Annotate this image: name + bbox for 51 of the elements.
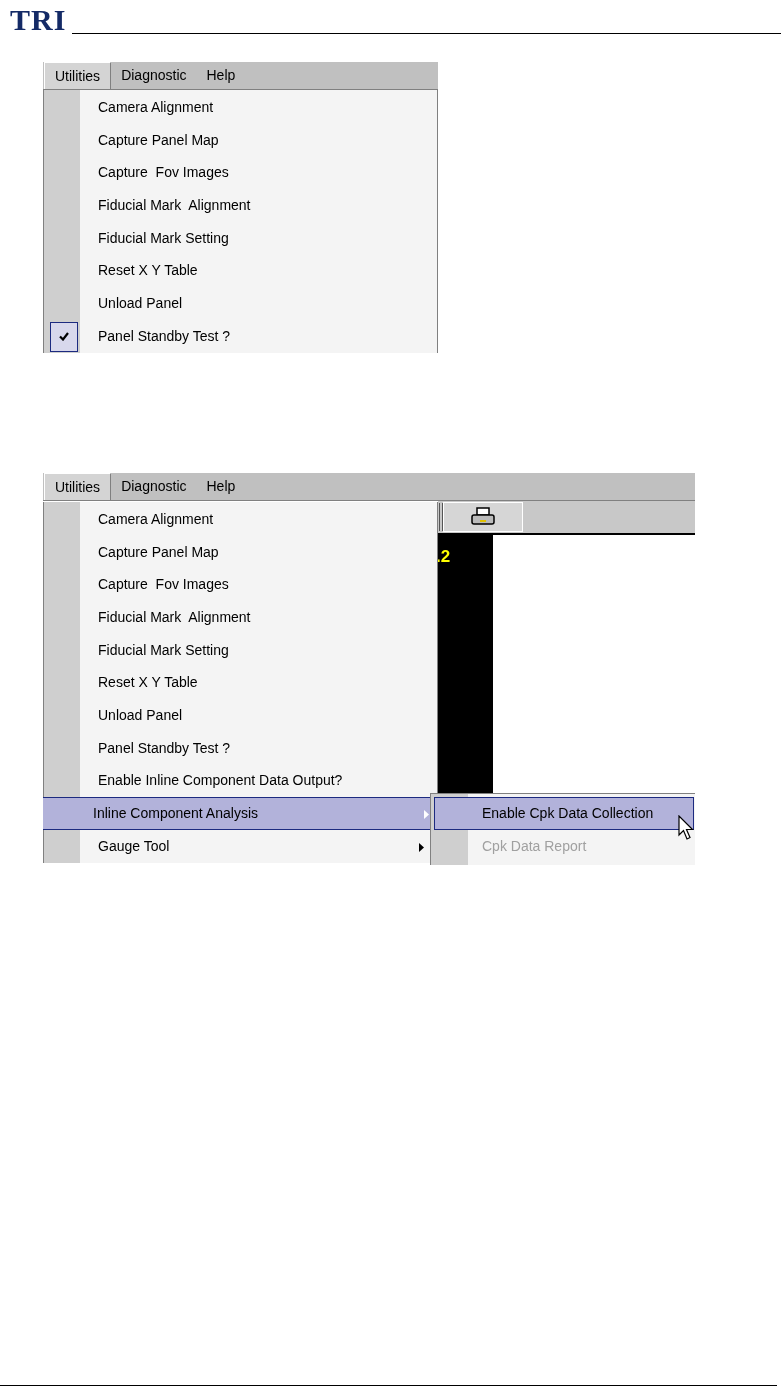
menu-item[interactable]: Enable Inline Component Data Output? (44, 764, 437, 798)
menu-item-label: Reset X Y Table (98, 261, 198, 281)
menu-bar-item[interactable]: Utilities (44, 473, 112, 500)
menu-item[interactable]: Capture Panel Map (44, 123, 437, 157)
menu-item[interactable]: Fiducial Mark Setting (44, 633, 437, 667)
menu-item-label: Camera Alignment (98, 509, 214, 529)
menu-item-label: Enable Inline Component Data Output? (98, 771, 343, 791)
menu-item[interactable]: Camera Alignment (44, 503, 437, 536)
menu-item[interactable]: Fiducial Mark Setting (44, 221, 437, 255)
menu-item-label: Fiducial Mark Setting (98, 640, 229, 660)
menu-item[interactable]: Fiducial Mark Alignment (44, 601, 437, 634)
menu-item-label: Camera Alignment (98, 97, 214, 117)
menu-item[interactable]: Capture Panel Map (44, 535, 437, 569)
menu-item[interactable]: Gauge Tool (44, 829, 437, 863)
menu-item[interactable]: Unload Panel (44, 287, 437, 320)
printer-icon (471, 507, 495, 527)
menu-item-label: Fiducial Mark Alignment (98, 607, 251, 627)
menu-item-label: Capture Panel Map (98, 542, 219, 562)
menu-item[interactable]: Reset X Y Table (44, 666, 437, 700)
menu-bar-item[interactable]: Utilities (44, 62, 112, 89)
submenu-item-label: Enable Cpk Data Collection (482, 804, 654, 823)
menu-item[interactable]: Panel Standby Test ? (44, 731, 437, 765)
menu-item-label: Panel Standby Test ? (98, 738, 231, 758)
menu-item[interactable]: Unload Panel (44, 699, 437, 732)
menu-bar-item[interactable]: Help (196, 473, 246, 500)
menu-item-label: Capture Fov Images (98, 575, 229, 595)
menu-bar-item[interactable]: Diagnostic (111, 62, 197, 89)
menu-item-label: Unload Panel (98, 705, 183, 725)
check-icon (59, 332, 69, 342)
menu-item-label: Gauge Tool (98, 836, 170, 856)
menu-item-label: Panel Standby Test ? (98, 326, 231, 346)
menu-item-label: Capture Panel Map (98, 130, 219, 150)
menu-item-label: Unload Panel (98, 293, 183, 313)
menu-item[interactable]: Reset X Y Table (44, 254, 437, 288)
readout: .2 (436, 547, 451, 566)
menu-item-label: Inline Component Analysis (93, 804, 258, 824)
menu-item-label: Fiducial Mark Alignment (98, 195, 251, 215)
menu-bar-item[interactable]: Diagnostic (111, 473, 197, 500)
menu-item[interactable]: Fiducial Mark Alignment (44, 189, 437, 222)
menu-item[interactable]: Camera Alignment (44, 91, 437, 124)
menu-bar-item[interactable]: Help (196, 62, 246, 89)
menu-item-label: Reset X Y Table (98, 673, 198, 693)
logo: TRI (10, 5, 67, 35)
menu-item[interactable]: Capture Fov Images (44, 156, 437, 190)
menu-item[interactable]: Panel Standby Test ? (44, 319, 437, 353)
menu-item-label: Capture Fov Images (98, 163, 229, 183)
menu-item-label: Fiducial Mark Setting (98, 228, 229, 248)
checkbox[interactable] (50, 321, 78, 352)
submenu-item[interactable]: Enable Cpk Data Collection (434, 797, 694, 830)
menu-item[interactable]: Capture Fov Images (44, 568, 437, 602)
submenu-item-label: Cpk Data Report (482, 837, 587, 856)
